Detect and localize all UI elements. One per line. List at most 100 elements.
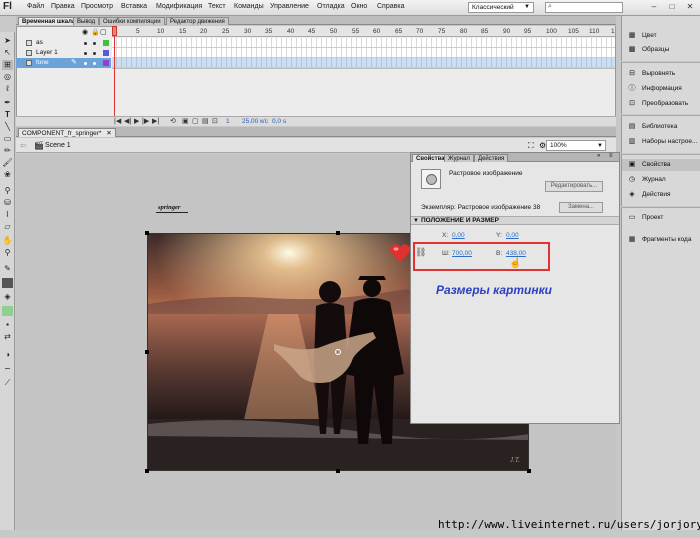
frame-rate[interactable]: 25,00 к/с xyxy=(242,118,268,126)
frames-grid[interactable] xyxy=(112,38,615,69)
tab-history[interactable]: Журнал xyxy=(444,154,474,162)
menu-modify[interactable]: Модификация xyxy=(156,3,202,10)
outline-icon[interactable]: ▢ xyxy=(100,28,107,36)
straighten-icon[interactable]: ⟋ xyxy=(2,378,13,388)
line-tool-icon[interactable]: ╲ xyxy=(2,122,13,132)
tab-timeline[interactable]: Временная шкала xyxy=(18,17,80,25)
menu-help[interactable]: Справка xyxy=(377,3,404,10)
lock-icon[interactable]: 🔒 xyxy=(91,28,100,36)
panel-menu-icon[interactable]: ≡ xyxy=(609,153,613,159)
zoom-dropdown[interactable]: 100% ▼ xyxy=(546,140,606,151)
menu-commands[interactable]: Команды xyxy=(234,3,264,10)
panel-motion-presets[interactable]: ▥ Наборы настрое... xyxy=(622,136,700,148)
transform-handle[interactable] xyxy=(145,350,149,354)
y-value[interactable]: 0,00 xyxy=(506,232,519,239)
smooth-icon[interactable]: ∽ xyxy=(2,364,13,374)
last-frame-icon[interactable]: ▶| xyxy=(152,118,159,126)
panel-align[interactable]: ⊟ Выровнять xyxy=(622,68,700,80)
document-tab[interactable]: COMPONENT_fr_springer* ✕ xyxy=(18,128,116,137)
minimize-icon[interactable]: – xyxy=(648,2,660,13)
prev-frame-icon[interactable]: ◀| xyxy=(124,118,131,126)
panel-color[interactable]: ▦ Цвет xyxy=(622,30,700,42)
paint-bucket-tool-icon[interactable]: ⛁ xyxy=(2,198,13,208)
x-value[interactable]: 0,00 xyxy=(452,232,465,239)
first-frame-icon[interactable]: |◀ xyxy=(114,118,121,126)
selection-tool-icon[interactable]: ➤ xyxy=(2,36,13,46)
free-transform-tool-icon[interactable]: ⊞ xyxy=(2,60,13,70)
menu-window[interactable]: Окно xyxy=(351,3,367,10)
eye-icon[interactable]: ◉ xyxy=(82,28,88,36)
hand-tool-icon[interactable]: ✋ xyxy=(2,236,13,246)
loop-icon[interactable]: ⟲ xyxy=(170,118,176,126)
layer-row[interactable]: as xyxy=(16,38,111,48)
zoom-tool-icon[interactable]: ⚲ xyxy=(2,248,13,258)
layer-row-selected[interactable]: fone ✎ xyxy=(16,58,111,68)
transform-handle[interactable] xyxy=(336,231,340,235)
swap-button[interactable]: Замена... xyxy=(559,202,603,213)
transform-handle[interactable] xyxy=(145,231,149,235)
panel-actions[interactable]: ◈ Действия xyxy=(622,189,700,201)
panel-info[interactable]: ⓘ Информация xyxy=(622,83,700,95)
pencil-tool-icon[interactable]: ✏ xyxy=(2,146,13,156)
menu-view[interactable]: Просмотр xyxy=(81,3,113,10)
play-icon[interactable]: ▶ xyxy=(134,118,139,126)
onion-markers-icon[interactable]: ⊡ xyxy=(212,118,218,126)
position-size-section[interactable]: ▼ ПОЛОЖЕНИЕ И РАЗМЕР xyxy=(411,216,619,225)
menu-text[interactable]: Текст xyxy=(208,3,226,10)
brush-tool-icon[interactable]: 🖌 xyxy=(2,158,13,168)
text-tool-icon[interactable]: T xyxy=(2,110,13,120)
layer-row[interactable]: Layer 1 xyxy=(16,48,111,58)
current-frame[interactable]: 1 xyxy=(226,118,230,126)
menu-control[interactable]: Управление xyxy=(270,3,309,10)
transform-center-point[interactable] xyxy=(335,349,341,355)
3d-rotation-tool-icon[interactable]: ◎ xyxy=(2,72,13,82)
edit-button[interactable]: Редактировать... xyxy=(545,181,603,192)
next-frame-icon[interactable]: |▶ xyxy=(142,118,149,126)
stroke-color-icon[interactable]: ✎ xyxy=(2,264,13,274)
maximize-icon[interactable]: □ xyxy=(666,2,678,13)
bone-tool-icon[interactable]: ⚲ xyxy=(2,186,13,196)
eraser-tool-icon[interactable]: ▱ xyxy=(2,222,13,232)
tab-actions[interactable]: Действия xyxy=(474,154,509,162)
onion-skin-icon[interactable]: ▣ xyxy=(182,118,189,126)
menu-insert[interactable]: Вставка xyxy=(121,3,147,10)
default-colors-icon[interactable]: ▪ xyxy=(2,320,13,330)
tab-output[interactable]: Вывод xyxy=(73,17,100,25)
close-tab-icon[interactable]: ✕ xyxy=(106,130,111,137)
snap-to-objects-icon[interactable]: ◑ xyxy=(2,350,13,360)
help-search-input[interactable]: ⌕ xyxy=(545,2,623,13)
panel-code-snippets[interactable]: ▦ Фрагменты кода xyxy=(622,234,700,246)
menu-debug[interactable]: Отладка xyxy=(317,3,345,10)
tab-motion-editor[interactable]: Редактор движения xyxy=(166,17,229,25)
panel-project[interactable]: ▭ Проект xyxy=(622,212,700,224)
fill-color-swatch[interactable] xyxy=(2,306,13,316)
subselection-tool-icon[interactable]: ↖ xyxy=(2,48,13,58)
panel-transform[interactable]: ⊡ Преобразовать xyxy=(622,98,700,110)
close-icon[interactable]: ✕ xyxy=(684,2,696,13)
transform-handle[interactable] xyxy=(336,469,340,473)
panel-swatches[interactable]: ▩ Образцы xyxy=(622,44,700,56)
fill-color-icon[interactable]: ◈ xyxy=(2,292,13,302)
panel-properties[interactable]: ▣ Свойства xyxy=(622,159,700,171)
deco-tool-icon[interactable]: ❀ xyxy=(2,170,13,180)
stage-text-springer[interactable]: springer xyxy=(158,204,180,211)
eyedropper-tool-icon[interactable]: ⌇ xyxy=(2,210,13,220)
transform-handle[interactable] xyxy=(527,469,531,473)
playhead[interactable] xyxy=(112,26,117,126)
pen-tool-icon[interactable]: ✒ xyxy=(2,98,13,108)
rectangle-tool-icon[interactable]: ▭ xyxy=(2,134,13,144)
menu-edit[interactable]: Правка xyxy=(51,3,75,10)
onion-outline-icon[interactable]: ▢ xyxy=(192,118,199,126)
menu-file[interactable]: Файл xyxy=(27,3,44,10)
swap-colors-icon[interactable]: ⇄ xyxy=(2,332,13,342)
edit-scene-icon[interactable]: ⛶ xyxy=(528,141,534,151)
edit-multiple-icon[interactable]: ▤ xyxy=(202,118,209,126)
tab-compiler-errors[interactable]: Ошибки компиляции xyxy=(99,17,165,25)
back-arrow-icon[interactable]: ⇦ xyxy=(20,141,27,150)
stroke-color-swatch[interactable] xyxy=(2,278,13,288)
panel-library[interactable]: ▤ Библиотека xyxy=(622,121,700,133)
panel-history[interactable]: ◷ Журнал xyxy=(622,174,700,186)
workspace-dropdown[interactable]: Классический ▼ xyxy=(468,2,534,13)
transform-handle[interactable] xyxy=(145,469,149,473)
collapse-icon[interactable]: » xyxy=(597,153,600,159)
